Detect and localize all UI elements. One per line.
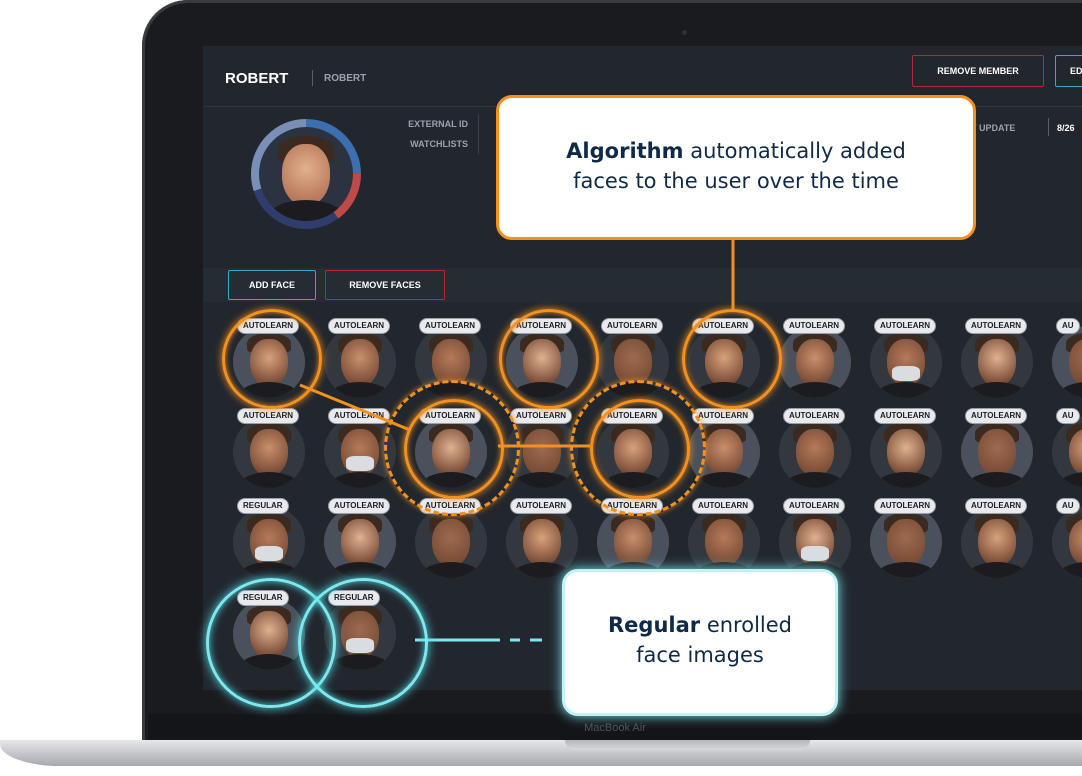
face-image — [961, 416, 1033, 488]
page-title: ROBERT — [225, 70, 289, 87]
regular-highlight-ring — [298, 578, 428, 708]
autolearn-badge: AUTOLEARN — [510, 498, 573, 514]
face-thumbnail[interactable] — [779, 506, 851, 578]
face-image — [233, 416, 305, 488]
autolearn-badge: AUTOLEARN — [783, 498, 846, 514]
face-thumbnail[interactable] — [597, 506, 669, 578]
face-image — [688, 506, 760, 578]
face-image — [779, 326, 851, 398]
face-thumbnail[interactable] — [779, 326, 851, 398]
autolearn-badge: AUTOLEARN — [692, 498, 755, 514]
camera-icon — [682, 30, 687, 35]
avatar — [251, 119, 361, 229]
face-thumbnail[interactable] — [870, 506, 942, 578]
autolearn-highlight-dashed-ring — [570, 380, 706, 516]
face-image — [415, 506, 487, 578]
face-image — [506, 506, 578, 578]
face-thumbnail[interactable] — [961, 326, 1033, 398]
laptop-notch — [565, 740, 810, 750]
autolearn-highlight-ring — [222, 309, 322, 409]
face-image — [870, 326, 942, 398]
autolearn-badge: AUTOLEARN — [237, 408, 300, 424]
edit-button[interactable]: ED — [1055, 55, 1082, 87]
face-image — [1052, 506, 1082, 578]
autolearn-highlight-ring — [499, 309, 599, 409]
external-id-label: EXTERNAL ID — [408, 119, 468, 129]
callout-text: enrolled — [706, 613, 792, 637]
face-thumbnail[interactable] — [233, 506, 305, 578]
add-face-button[interactable]: ADD FACE — [228, 270, 316, 300]
autolearn-badge: AU — [1056, 498, 1080, 514]
face-image — [870, 416, 942, 488]
last-update-value: 8/26 — [1057, 123, 1075, 133]
autolearn-badge: AUTOLEARN — [965, 318, 1028, 334]
face-thumbnail[interactable] — [961, 416, 1033, 488]
face-thumbnail[interactable] — [324, 506, 396, 578]
face-thumbnail[interactable] — [779, 416, 851, 488]
autolearn-badge: AUTOLEARN — [783, 318, 846, 334]
face-image — [779, 506, 851, 578]
face-image — [779, 416, 851, 488]
member-subtitle: ROBERT — [324, 73, 367, 84]
face-thumbnail[interactable] — [870, 416, 942, 488]
face-thumbnail[interactable] — [1052, 416, 1082, 488]
autolearn-badge: AUTOLEARN — [965, 408, 1028, 424]
face-thumbnail[interactable] — [324, 326, 396, 398]
profile-face-image — [259, 127, 353, 221]
watchlists-label: WATCHLISTS — [410, 139, 468, 149]
face-thumbnail[interactable] — [1052, 506, 1082, 578]
autolearn-badge: AUTOLEARN — [601, 318, 664, 334]
autolearn-badge: AUTOLEARN — [874, 318, 937, 334]
face-thumbnail[interactable] — [415, 506, 487, 578]
header-divider — [312, 70, 313, 86]
autolearn-badge: AUTOLEARN — [874, 498, 937, 514]
face-image — [597, 506, 669, 578]
face-thumbnail[interactable] — [688, 506, 760, 578]
autolearn-badge: AU — [1056, 318, 1080, 334]
autolearn-badge: AU — [1056, 408, 1080, 424]
regular-badge: REGULAR — [237, 498, 289, 514]
face-image — [961, 506, 1033, 578]
face-thumbnail[interactable] — [961, 506, 1033, 578]
autolearn-badge: AUTOLEARN — [510, 408, 573, 424]
autolearn-badge: AUTOLEARN — [874, 408, 937, 424]
face-thumbnail[interactable] — [506, 506, 578, 578]
face-thumbnail[interactable] — [870, 326, 942, 398]
callout-text: automatically added — [690, 139, 906, 163]
meta-divider — [478, 114, 479, 154]
face-image — [961, 326, 1033, 398]
autolearn-badge: AUTOLEARN — [328, 498, 391, 514]
autolearn-badge: AUTOLEARN — [419, 318, 482, 334]
face-image — [1052, 416, 1082, 488]
callout-text: faces to the user over the time — [573, 169, 899, 193]
face-image — [324, 506, 396, 578]
last-update-label: T UPDATE — [971, 123, 1016, 133]
device-label: MacBook Air — [584, 722, 646, 734]
autolearn-highlight-ring — [682, 309, 782, 409]
laptop-base — [0, 740, 1082, 766]
algorithm-callout: Algorithm automatically added faces to t… — [496, 95, 976, 240]
face-image — [233, 506, 305, 578]
face-image — [324, 326, 396, 398]
autolearn-highlight-dashed-ring — [384, 380, 520, 516]
face-image — [1052, 326, 1082, 398]
autolearn-badge: AUTOLEARN — [965, 498, 1028, 514]
autolearn-badge: AUTOLEARN — [328, 408, 391, 424]
remove-faces-button[interactable]: REMOVE FACES — [325, 270, 445, 300]
autolearn-badge: AUTOLEARN — [328, 318, 391, 334]
regular-callout: Regular enrolled face images — [562, 569, 838, 716]
callout-bold: Algorithm — [566, 139, 684, 163]
face-thumbnail[interactable] — [1052, 326, 1082, 398]
remove-member-button[interactable]: REMOVE MEMBER — [912, 55, 1044, 87]
callout-bold: Regular — [608, 613, 701, 637]
autolearn-badge: AUTOLEARN — [783, 408, 846, 424]
face-image — [870, 506, 942, 578]
face-thumbnail[interactable] — [233, 416, 305, 488]
last-update-divider — [1048, 118, 1049, 136]
callout-text: face images — [636, 643, 764, 667]
autolearn-badge: AUTOLEARN — [692, 408, 755, 424]
